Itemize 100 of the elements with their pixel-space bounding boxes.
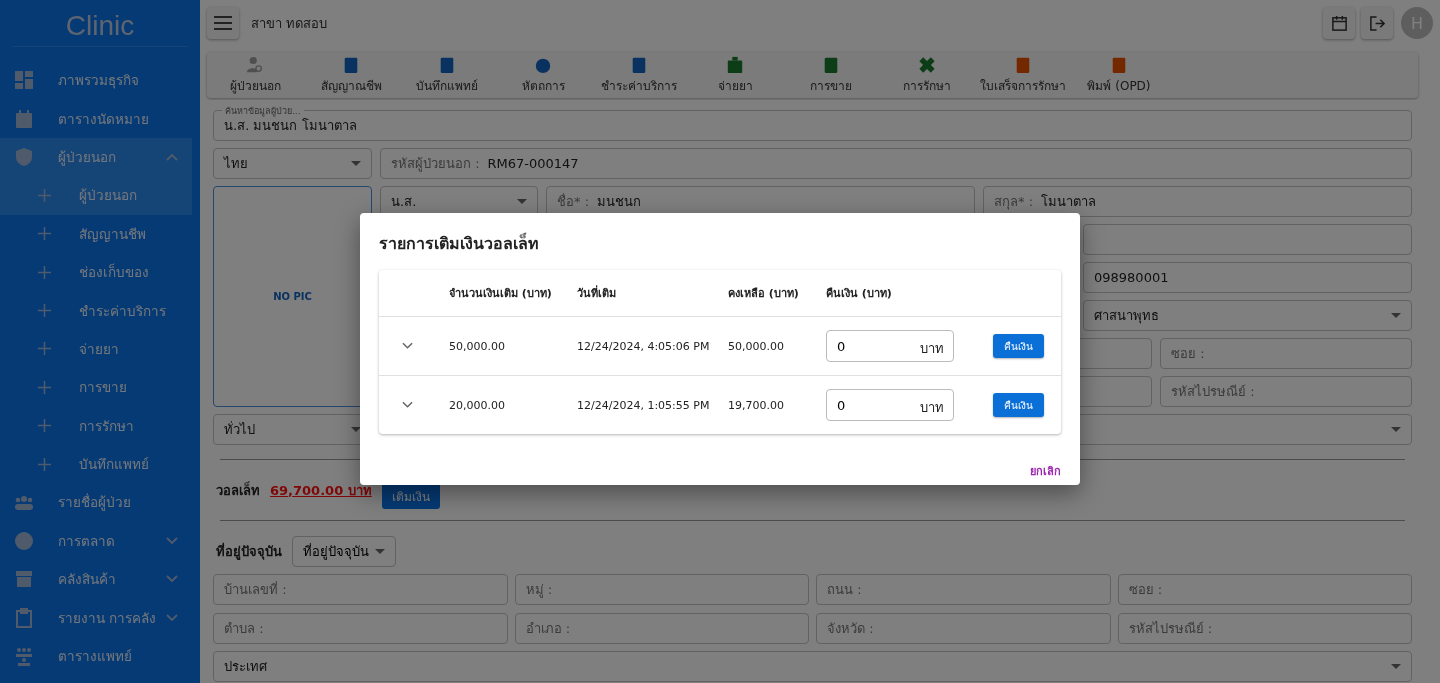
address-label: ที่อยู่ปัจจุบัน — [216, 541, 282, 562]
religion-select[interactable]: ศาสนาพุทธ — [1083, 300, 1412, 331]
toolbar-button[interactable]: ชำระค่าบริการ — [591, 52, 687, 98]
refund-button[interactable]: คืนเงิน — [993, 334, 1044, 358]
text-field[interactable]: ซอย : — [1160, 338, 1412, 369]
field-value: มนชนก — [597, 193, 641, 211]
column-header: วันที่เติม — [577, 284, 617, 302]
logout-icon — [1368, 14, 1386, 32]
group-icon — [14, 646, 34, 667]
toolbar-button[interactable]: การรักษา — [879, 52, 975, 98]
address-field[interactable]: ตำบล : — [213, 613, 508, 644]
text-field[interactable]: 098980001 — [1083, 262, 1412, 293]
dialog-title: รายการเติมเงินวอลเล็ท — [379, 231, 540, 255]
shield-icon — [14, 146, 34, 167]
sidebar-item[interactable]: ชำระค่าบริการ — [0, 291, 192, 330]
address-dropdown[interactable]: ที่อยู่ปัจจุบัน — [292, 536, 396, 567]
address-field[interactable]: บ้านเลขที่ : — [213, 574, 508, 605]
address-field[interactable]: อำเภอ : — [514, 613, 809, 644]
nationality-select[interactable]: ไทย — [213, 148, 372, 179]
toolbar-button[interactable]: ใบเสร็จการรักษา — [975, 52, 1071, 98]
plus-icon — [38, 380, 51, 394]
field-value: RM67-000147 — [487, 156, 579, 171]
table-cell-text: 19,700.00 — [728, 398, 785, 412]
sidebar-item[interactable]: สัญญานชีพ — [0, 214, 192, 253]
no-pic-label: NO PIC — [273, 291, 312, 302]
field-label: รหัสผู้ป่วยนอก : — [391, 155, 480, 174]
field-label: สกุล* : — [994, 193, 1033, 212]
toolbar-button[interactable]: พิมพ์ (OPD) — [1071, 52, 1167, 98]
menu-button[interactable] — [207, 7, 239, 39]
sidebar-item[interactable]: การตลาด — [0, 521, 192, 561]
sidebar-item[interactable]: ผู้ป่วยนอก — [0, 176, 192, 215]
plus-icon — [38, 304, 51, 318]
text-field[interactable]: รหัสไปรษณีย์ : — [1160, 376, 1412, 407]
app-title: Clinic — [64, 9, 136, 43]
caret-icon — [351, 161, 361, 166]
field-label: ค้นหาข้อมูลผู้ป่วย... — [222, 104, 304, 118]
sidebar-item[interactable]: จ่ายยา — [0, 329, 192, 369]
sidebar-item[interactable]: ผู้ป่วยนอก — [0, 137, 192, 177]
calendar-button[interactable] — [1323, 7, 1355, 39]
caret-icon — [517, 199, 527, 204]
table-cell-text: 12/24/2024, 1:05:55 PM — [577, 398, 711, 412]
bandage-icon — [918, 55, 936, 74]
toolbar-button[interactable]: สัญญาณชีพ — [303, 52, 399, 98]
document-icon — [342, 55, 360, 74]
logout-button[interactable] — [1361, 7, 1393, 39]
chevron-icon — [166, 536, 178, 545]
unit-label: บาท — [920, 340, 944, 358]
top-up-button[interactable]: เติมเงิน — [381, 483, 440, 509]
toolbar-button[interactable]: หัตถการ — [495, 52, 591, 98]
document-icon — [1110, 55, 1128, 74]
document-icon — [630, 55, 648, 74]
toolbar-button[interactable]: บันทึกแพทย์ — [399, 52, 495, 98]
wallet-label: วอลเล็ท — [216, 480, 260, 500]
chevron-icon[interactable] — [402, 401, 413, 409]
patient-id-field[interactable]: รหัสผู้ป่วยนอก : RM67-000147 — [380, 148, 1412, 179]
menu-icon — [214, 16, 232, 30]
column-header: คงเหลือ (บาท) — [728, 286, 800, 302]
person-search-icon — [246, 55, 264, 74]
wallet-balance: 69,700.00 บาท — [270, 481, 372, 500]
table-cell-text: 50,000.00 — [728, 339, 785, 353]
plus-icon — [38, 457, 51, 471]
sidebar-item[interactable]: คลังสินค้า — [0, 560, 192, 599]
caret-icon — [1391, 664, 1401, 669]
table-cell-text: 20,000.00 — [449, 398, 506, 412]
country-select[interactable]: ประเทศ — [213, 651, 1412, 682]
toolbar-button[interactable]: จ่ายยา — [687, 52, 783, 98]
sidebar-item[interactable]: ช่องเก็บของ — [0, 252, 192, 292]
table-cell-text: 50,000.00 — [449, 339, 506, 353]
plus-icon — [38, 227, 51, 241]
document-icon — [822, 55, 840, 74]
chevron-icon[interactable] — [402, 342, 413, 350]
toolbar-button[interactable]: การขาย — [783, 52, 879, 98]
address-field[interactable]: ซอย : — [1117, 574, 1412, 605]
dashboard-icon — [14, 70, 34, 91]
refund-button[interactable]: คืนเงิน — [993, 393, 1044, 417]
sidebar-item[interactable]: รายชื่อผู้ป่วย — [0, 483, 192, 522]
archive-icon — [14, 569, 34, 590]
sidebar-item[interactable]: ภาพรวมธุรกิจ — [0, 61, 192, 100]
branch-name: สาขา ทดสอบ — [251, 14, 328, 33]
sidebar-item[interactable]: ตารางแพทย์ — [0, 636, 192, 676]
chevron-icon — [166, 152, 178, 161]
address-field[interactable]: รหัสไปรษณีย์ : — [1117, 613, 1412, 644]
sidebar-item[interactable]: การรักษา — [0, 406, 192, 445]
clipboard-icon — [14, 607, 34, 628]
plus-icon — [38, 342, 51, 356]
calendar-icon — [14, 108, 34, 129]
sidebar-item[interactable]: การขาย — [0, 368, 192, 407]
address-field[interactable]: หมู่ : — [514, 574, 809, 605]
sidebar-item[interactable]: บันทึกแพทย์ — [0, 444, 192, 484]
address-field[interactable]: ถนน : — [816, 574, 1111, 605]
sidebar-item[interactable]: ตารางนัดหมาย — [0, 99, 192, 138]
chevron-icon — [166, 613, 178, 622]
caret-icon — [1391, 313, 1401, 318]
toolbar-button[interactable]: ผู้ป่วยนอก — [207, 52, 303, 98]
address-field[interactable]: จังหวัด : — [816, 613, 1111, 644]
plus-icon — [38, 265, 51, 279]
field-label: ชื่อ* : — [557, 192, 589, 211]
sidebar-item[interactable]: รายงาน การคลัง — [0, 598, 192, 637]
cancel-button[interactable]: ยกเลิก — [1030, 458, 1061, 484]
document-icon — [438, 55, 456, 74]
